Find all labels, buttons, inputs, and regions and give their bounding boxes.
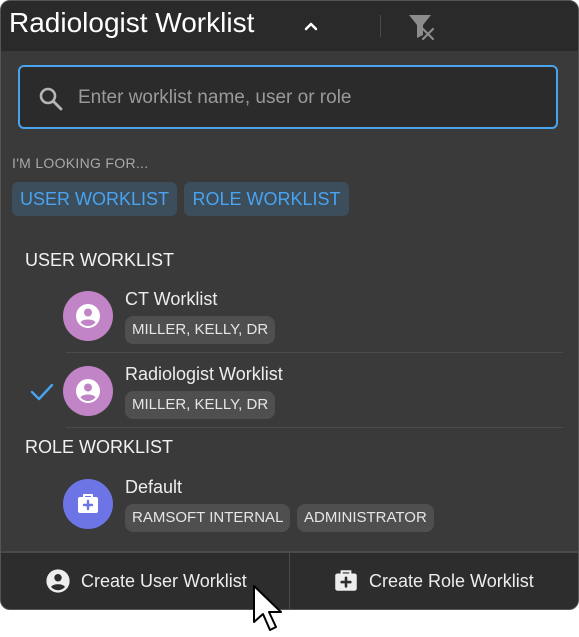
filter-role-worklist-button[interactable]: ROLE WORKLIST (184, 182, 349, 216)
role-tag: ADMINISTRATOR (297, 504, 434, 532)
medical-kit-icon (335, 570, 357, 591)
user-circle-icon (46, 569, 70, 593)
worklist-name: CT Worklist (125, 289, 218, 309)
filter-user-worklist-button[interactable]: USER WORKLIST (12, 182, 177, 216)
checkmark-icon (30, 383, 54, 401)
user-avatar-icon (63, 366, 113, 416)
owner-tag: MILLER, KELLY, DR (125, 316, 276, 344)
chevron-up-icon[interactable] (299, 14, 323, 38)
worklist-item-ct-worklist[interactable]: CT Worklist MILLER, KELLY, DR (16, 278, 563, 353)
row-divider (66, 427, 563, 428)
worklist-name: Radiologist Worklist (125, 364, 283, 384)
user-avatar-icon (63, 291, 113, 341)
create-user-worklist-button[interactable]: Create User Worklist (45, 553, 247, 609)
medical-kit-icon (63, 479, 113, 529)
create-role-worklist-button[interactable]: Create Role Worklist (332, 553, 534, 609)
mouse-pointer-icon (253, 585, 282, 631)
filter-clear-icon[interactable] (405, 11, 439, 41)
search-box (18, 65, 558, 129)
worklist-name: Default (125, 477, 183, 497)
role-tag: RAMSOFT INTERNAL (125, 504, 291, 532)
create-role-worklist-label: Create Role Worklist (369, 570, 534, 591)
worklist-selector-panel: Radiologist Worklist I'M LOOKING FOR... … (0, 0, 579, 610)
panel-header: Radiologist Worklist (1, 1, 578, 51)
header-divider (380, 15, 381, 37)
worklist-item-radiologist-worklist[interactable]: Radiologist Worklist MILLER, KELLY, DR (16, 353, 563, 428)
search-icon (39, 87, 63, 111)
search-input[interactable] (76, 77, 540, 119)
section-label-role-worklist: ROLE WORKLIST (25, 437, 174, 457)
create-user-worklist-label: Create User Worklist (81, 570, 247, 591)
section-label-user-worklist: USER WORKLIST (25, 250, 175, 270)
worklist-item-default[interactable]: Default RAMSOFT INTERNAL ADMINISTRATOR (16, 466, 563, 541)
filter-hint: I'M LOOKING FOR... (12, 155, 149, 171)
owner-tag: MILLER, KELLY, DR (125, 391, 276, 419)
panel-title: Radiologist Worklist (9, 7, 255, 38)
